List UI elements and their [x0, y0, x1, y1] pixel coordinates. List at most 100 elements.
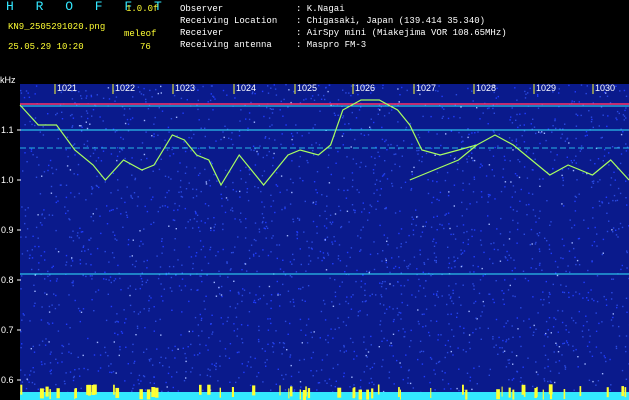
noise-speck	[383, 304, 385, 306]
noise-speck	[90, 95, 93, 98]
noise-speck	[338, 303, 341, 305]
noise-speck	[550, 381, 552, 383]
noise-speck	[520, 377, 522, 379]
noise-speck	[143, 308, 145, 310]
noise-speck	[261, 348, 264, 350]
noise-speck	[296, 237, 298, 240]
noise-speck	[625, 350, 627, 353]
x-tick-label: 1028	[476, 83, 496, 93]
noise-speck	[331, 221, 334, 223]
noise-speck	[34, 124, 36, 127]
noise-speck	[436, 229, 438, 231]
noise-speck	[185, 166, 188, 168]
noise-speck	[463, 332, 465, 334]
noise-speck	[171, 349, 174, 352]
noise-speck	[204, 203, 207, 205]
noise-speck	[379, 320, 382, 322]
noise-speck	[190, 137, 193, 139]
noise-speck	[615, 229, 617, 231]
noise-speck	[514, 278, 516, 280]
noise-speck	[199, 275, 201, 277]
noise-speck	[195, 255, 197, 257]
noise-speck	[333, 236, 335, 238]
noise-speck	[529, 87, 531, 90]
noise-speck	[574, 256, 576, 259]
noise-speck	[474, 132, 476, 134]
noise-speck	[272, 235, 274, 237]
noise-speck	[84, 250, 86, 252]
noise-speck	[113, 256, 115, 259]
noise-speck	[72, 376, 75, 379]
noise-speck	[506, 259, 509, 261]
noise-speck	[197, 108, 199, 111]
noise-speck	[138, 245, 141, 247]
noise-speck	[127, 123, 130, 125]
noise-speck	[145, 98, 147, 101]
noise-speck	[523, 166, 526, 168]
noise-speck	[386, 237, 389, 239]
noise-speck	[310, 331, 312, 334]
noise-speck	[82, 308, 85, 310]
noise-speck	[216, 180, 218, 182]
noise-speck	[580, 148, 583, 151]
noise-speck	[78, 91, 80, 93]
noise-speck	[443, 388, 446, 390]
noise-speck	[585, 315, 587, 317]
noise-speck	[288, 89, 290, 91]
noise-speck	[383, 115, 386, 117]
noise-speck	[571, 100, 573, 102]
noise-speck	[612, 313, 614, 315]
noise-speck	[149, 382, 151, 384]
noise-speck	[137, 379, 139, 381]
noise-speck	[48, 311, 51, 313]
noise-speck	[618, 335, 621, 337]
noise-speck	[254, 92, 256, 95]
noise-speck	[52, 172, 54, 175]
noise-speck	[292, 301, 295, 303]
noise-speck	[329, 101, 331, 104]
noise-speck	[183, 380, 186, 382]
noise-speck	[170, 118, 173, 120]
noise-speck	[213, 217, 215, 219]
noise-speck	[497, 95, 499, 98]
noise-speck	[305, 98, 307, 100]
noise-speck	[69, 114, 72, 117]
noise-speck	[102, 120, 104, 122]
noise-speck	[510, 116, 512, 118]
noise-speck	[65, 323, 68, 325]
noise-speck	[453, 158, 456, 160]
noise-speck	[27, 92, 29, 94]
noise-speck	[214, 98, 216, 100]
noise-speck	[574, 210, 577, 212]
noise-speck	[107, 355, 109, 357]
noise-speck	[44, 292, 46, 294]
noise-speck	[167, 126, 170, 129]
noise-speck	[27, 207, 29, 209]
noise-speck	[226, 262, 228, 264]
noise-speck	[427, 131, 430, 133]
noise-speck	[327, 254, 330, 256]
noise-speck	[213, 364, 216, 366]
noise-speck	[450, 350, 452, 353]
noise-speck	[154, 116, 156, 119]
noise-speck	[310, 247, 313, 249]
noise-speck	[335, 380, 337, 382]
noise-speck	[337, 255, 340, 257]
noise-speck	[298, 219, 301, 221]
noise-speck	[478, 365, 480, 368]
noise-speck	[385, 288, 387, 290]
noise-speck	[112, 172, 115, 174]
noise-speck	[135, 260, 137, 262]
noise-speck	[130, 196, 132, 198]
noise-speck	[162, 365, 164, 367]
noise-speck	[282, 283, 284, 286]
noise-speck	[160, 158, 162, 160]
noise-speck	[546, 240, 548, 242]
noise-speck	[453, 205, 455, 207]
noise-speck	[554, 381, 556, 384]
bottom-strip-spike	[49, 389, 51, 400]
noise-speck	[47, 275, 49, 277]
noise-speck	[108, 261, 110, 263]
noise-speck	[492, 107, 494, 110]
noise-speck	[310, 97, 312, 100]
